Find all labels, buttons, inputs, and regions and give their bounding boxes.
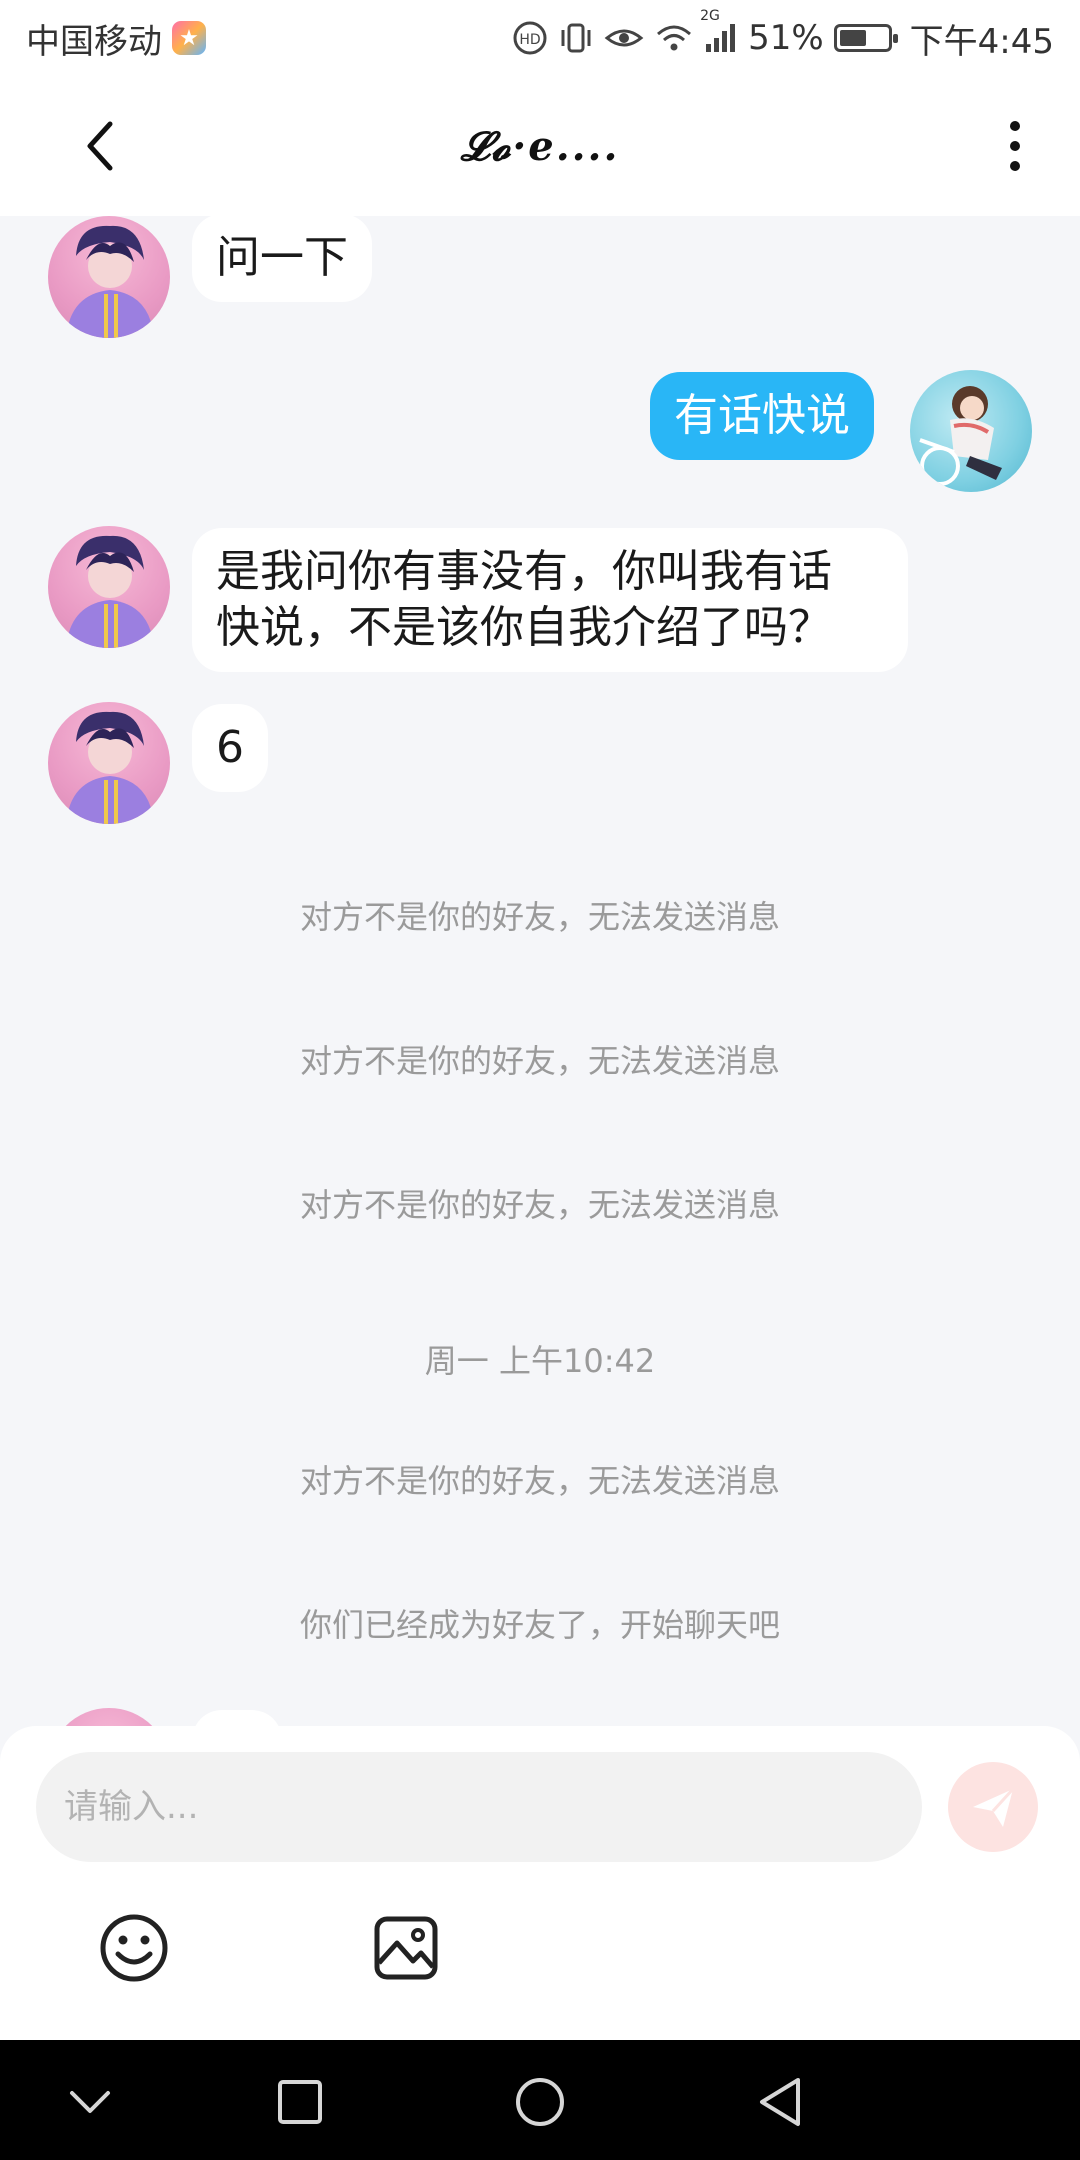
my-avatar[interactable] [910, 370, 1032, 492]
message-bubble-in[interactable]: 6 [192, 704, 268, 792]
chat-title: 𝓛𝓸·e.... [460, 122, 620, 170]
more-options-button[interactable] [990, 114, 1040, 178]
system-notice: 对方不是你的好友，无法发送消息 [299, 1186, 780, 1224]
more-vertical-icon [1010, 121, 1020, 131]
nav-hide-button[interactable] [62, 2074, 118, 2130]
message-bubble-in[interactable] [192, 1710, 282, 1726]
circle-icon [516, 2078, 564, 2126]
carrier-app-icon: ★ [172, 21, 206, 55]
triangle-back-icon [760, 2078, 800, 2126]
status-bar: 中国移动 ★ HD 2G 51% 下午4:45 [0, 0, 1080, 76]
nav-recents-button[interactable] [272, 2074, 328, 2130]
clock: 下午4:45 [909, 21, 1054, 62]
hd-icon: HD [512, 20, 548, 56]
battery-icon [833, 24, 898, 52]
contact-avatar[interactable] [48, 702, 170, 824]
message-list[interactable]: 问一下 有话快说 是我问你有事没有，你叫我有话 快说，不是该你自我介绍了吗？ 6… [0, 216, 1080, 1726]
wifi-icon [654, 20, 694, 56]
system-notice: 你们已经成为好友了，开始聊天吧 [299, 1606, 780, 1644]
square-icon [278, 2080, 322, 2124]
send-icon [973, 1787, 1015, 1827]
vibrate-icon [558, 20, 594, 56]
system-navigation-bar [0, 2040, 1080, 2160]
image-button[interactable] [370, 1912, 442, 1984]
contact-avatar[interactable] [48, 526, 170, 648]
system-notice: 对方不是你的好友，无法发送消息 [299, 898, 780, 936]
signal-icon: 2G [700, 8, 738, 56]
chevron-down-icon [70, 2091, 110, 2113]
message-bubble-in[interactable]: 问一下 [192, 216, 372, 302]
system-notice: 对方不是你的好友，无法发送消息 [299, 1462, 780, 1500]
message-line: 快说，不是该你自我介绍了吗？ [216, 602, 832, 653]
system-notice: 对方不是你的好友，无法发送消息 [299, 1042, 780, 1080]
eye-icon [604, 20, 644, 56]
timestamp-divider: 周一 上午10:42 [424, 1342, 656, 1380]
message-bubble-out[interactable]: 有话快说 [650, 372, 874, 460]
svg-text:HD: HD [519, 32, 540, 48]
message-line: 是我问你有事没有，你叫我有话 [216, 546, 832, 597]
network-type-label: 2G [700, 8, 720, 24]
emoji-button[interactable] [98, 1912, 170, 1984]
send-button[interactable] [948, 1762, 1038, 1852]
nav-back-button[interactable] [752, 2074, 808, 2130]
back-button[interactable] [70, 114, 130, 178]
carrier-label: 中国移动 [26, 21, 162, 62]
smiley-icon [100, 1914, 168, 1982]
battery-percent: 51% [748, 18, 824, 58]
contact-avatar[interactable] [48, 1708, 170, 1726]
composer [0, 1726, 1080, 2040]
chevron-left-icon [87, 121, 113, 171]
message-input[interactable] [36, 1752, 922, 1862]
message-bubble-in[interactable]: 是我问你有事没有，你叫我有话 快说，不是该你自我介绍了吗？ [192, 528, 908, 672]
chat-header: 𝓛𝓸·e.... [0, 76, 1080, 216]
nav-home-button[interactable] [512, 2074, 568, 2130]
image-icon [374, 1916, 438, 1980]
contact-avatar[interactable] [48, 216, 170, 338]
